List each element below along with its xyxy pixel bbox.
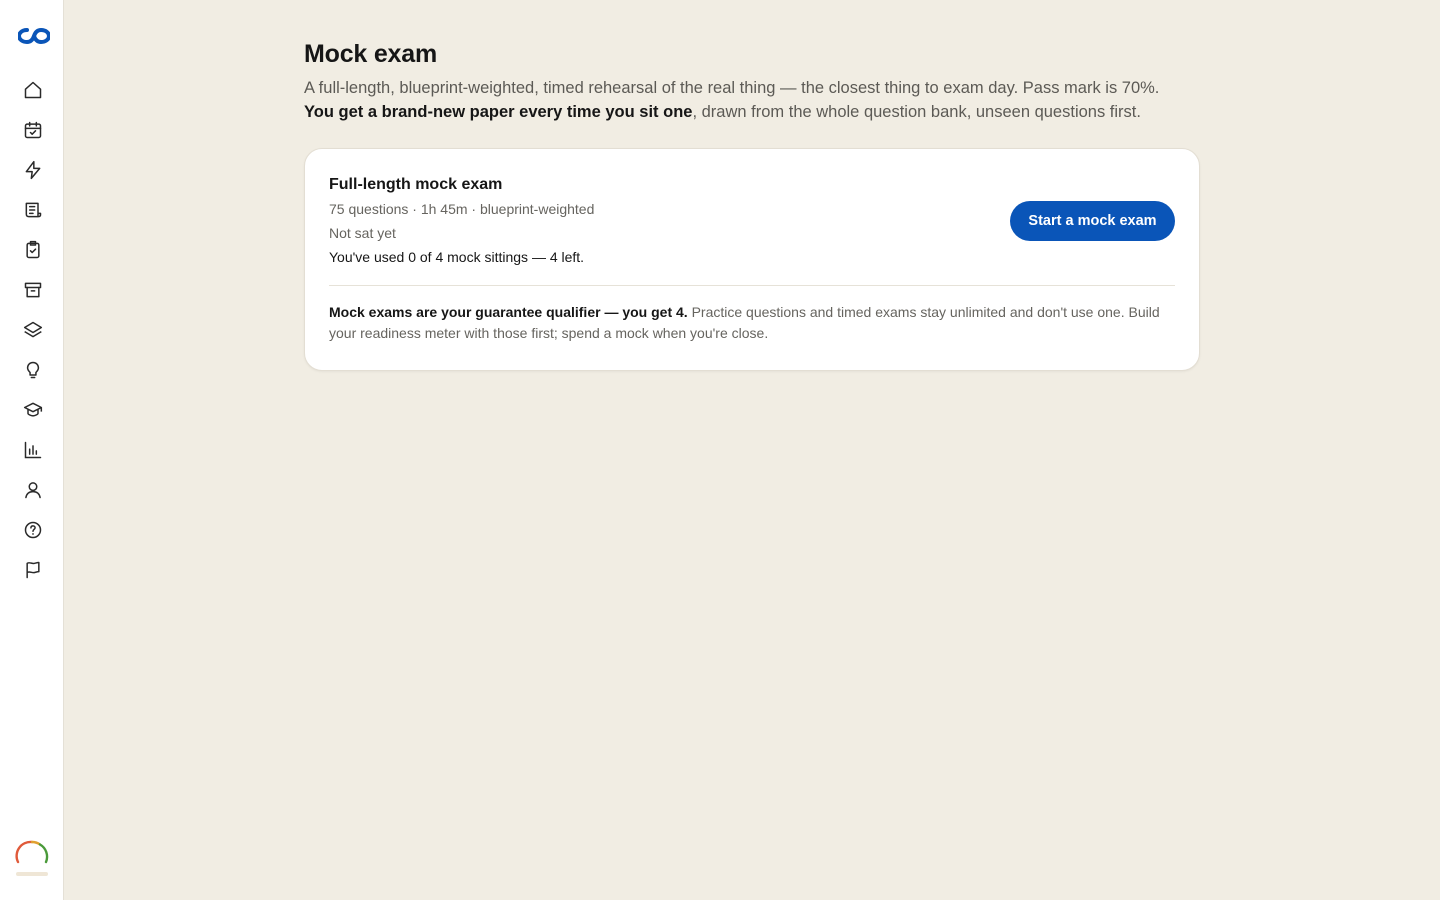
sidebar-item-tips[interactable] xyxy=(20,357,46,383)
sidebar-item-profile[interactable] xyxy=(20,477,46,503)
sidebar-item-help[interactable] xyxy=(20,517,46,543)
card-details: Full-length mock exam 75 questions · 1h … xyxy=(329,173,594,269)
page-intro: A full-length, blueprint-weighted, timed… xyxy=(304,76,1200,124)
intro-emphasis: You get a brand-new paper every time you… xyxy=(304,103,693,121)
sittings-usage: You've used 0 of 4 mock sittings — 4 lef… xyxy=(329,249,585,265)
flag-icon xyxy=(26,561,40,579)
card-note-emphasis: Mock exams are your guarantee qualifier … xyxy=(329,304,688,320)
sidebar xyxy=(0,0,64,900)
calendar-check-icon xyxy=(24,121,42,139)
archive-icon xyxy=(24,282,42,298)
clipboard-check-icon xyxy=(26,240,40,259)
sidebar-item-mock-exam[interactable] xyxy=(20,237,46,263)
lightning-icon xyxy=(25,160,41,180)
help-circle-icon xyxy=(24,521,42,539)
sidebar-item-practice-exams[interactable] xyxy=(20,197,46,223)
layers-icon xyxy=(23,321,43,338)
card-note: Mock exams are your guarantee qualifier … xyxy=(329,302,1175,344)
logo-icon[interactable] xyxy=(16,26,52,46)
graduation-cap-icon xyxy=(23,402,43,417)
scroll-icon xyxy=(25,202,42,218)
sidebar-item-stats[interactable] xyxy=(20,437,46,463)
sidebar-item-archive[interactable] xyxy=(20,277,46,303)
bar-chart-icon xyxy=(24,441,42,459)
sidebar-item-study-plan[interactable] xyxy=(20,117,46,143)
sidebar-item-learn[interactable] xyxy=(20,397,46,423)
start-mock-exam-button[interactable]: Start a mock exam xyxy=(1010,201,1175,241)
sidebar-item-quick-practice[interactable] xyxy=(20,157,46,183)
sidebar-item-report[interactable] xyxy=(20,557,46,583)
intro-text: A full-length, blueprint-weighted, timed… xyxy=(304,79,1160,97)
main-content: Mock exam A full-length, blueprint-weigh… xyxy=(304,40,1200,371)
mock-exam-card: Full-length mock exam 75 questions · 1h … xyxy=(304,148,1200,371)
exam-status: Not sat yet xyxy=(329,225,396,241)
home-icon xyxy=(24,81,42,99)
page-title: Mock exam xyxy=(304,40,437,68)
lightbulb-icon xyxy=(26,361,40,379)
exam-meta: 75 questions · 1h 45m · blueprint-weight… xyxy=(329,201,595,217)
card-title: Full-length mock exam xyxy=(329,176,503,193)
user-icon xyxy=(25,482,41,499)
intro-rest: , drawn from the whole question bank, un… xyxy=(692,103,1141,121)
sidebar-item-flashcards[interactable] xyxy=(20,317,46,343)
readiness-meter-icon[interactable] xyxy=(14,838,50,878)
sidebar-item-home[interactable] xyxy=(20,77,46,103)
